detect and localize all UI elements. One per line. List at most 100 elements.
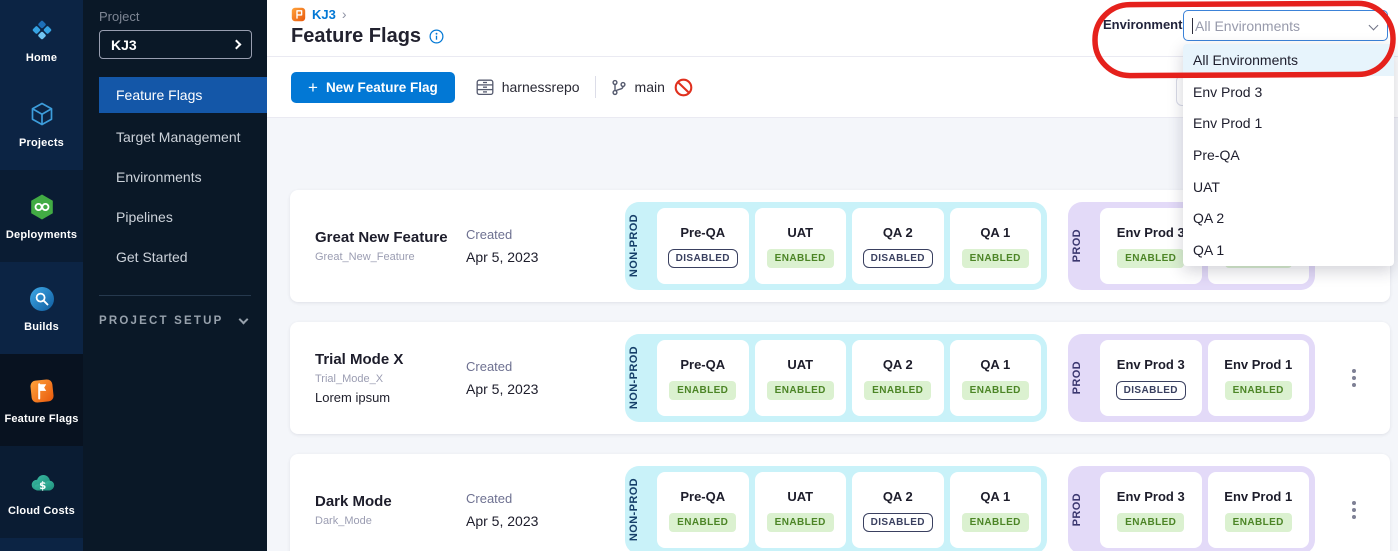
flag-created: Created Apr 5, 2023 — [466, 359, 538, 397]
environment-state-badge: ENABLED — [962, 249, 1029, 268]
page-title: Feature Flags — [291, 25, 421, 48]
rail-item-label: Cloud Costs — [8, 505, 75, 517]
home-icon — [27, 15, 57, 45]
environment-card[interactable]: QA 1 ENABLED — [950, 208, 1042, 284]
flag-name: Great New Feature — [315, 229, 448, 246]
rail-item-label: Builds — [24, 321, 59, 333]
environment-card[interactable]: Pre-QA DISABLED — [657, 208, 749, 284]
sidebar-item-target-management[interactable]: Target Management — [99, 117, 267, 157]
environment-card[interactable]: Env Prod 3 DISABLED — [1100, 340, 1202, 416]
rail-item-label: Home — [26, 52, 57, 64]
repository-icon — [476, 79, 494, 96]
environment-option[interactable]: Env Prod 1 — [1183, 107, 1394, 139]
environment-state-badge: ENABLED — [767, 381, 834, 400]
text-cursor — [1192, 18, 1193, 34]
environment-card[interactable]: QA 1 ENABLED — [950, 472, 1042, 548]
flag-info: Dark Mode Dark_Mode — [315, 493, 392, 527]
project-setup-toggle[interactable]: PROJECT SETUP — [99, 315, 247, 327]
environment-card[interactable]: QA 2 DISABLED — [852, 472, 944, 548]
project-nav-list: Feature Flags Target Management Environm… — [83, 77, 267, 277]
svg-text:$: $ — [39, 480, 46, 492]
rail-item-builds[interactable]: Builds — [0, 262, 83, 354]
environment-card[interactable]: UAT ENABLED — [755, 208, 847, 284]
nonprod-environments: NON-PROD Pre-QA ENABLED UAT ENABLED QA 2… — [625, 334, 1047, 422]
new-feature-flag-button[interactable]: + New Feature Flag — [291, 72, 455, 103]
rail-item-feature-flags[interactable]: Feature Flags — [0, 354, 83, 446]
plus-icon: + — [308, 79, 318, 96]
rail-item-projects[interactable]: Projects — [0, 78, 83, 170]
rail-item-label: Projects — [19, 137, 64, 149]
environment-state-badge: ENABLED — [864, 381, 931, 400]
environment-filter-label: Environment — [1103, 17, 1182, 32]
environment-card[interactable]: QA 1 ENABLED — [950, 340, 1042, 416]
feature-flag-row[interactable]: Trial Mode X Trial_Mode_X Lorem ipsum Cr… — [290, 322, 1390, 434]
environment-option[interactable]: Env Prod 3 — [1183, 76, 1394, 108]
environment-name: Pre-QA — [680, 357, 725, 372]
breadcrumb-project-link[interactable]: KJ3 — [312, 7, 336, 22]
project-label: Project — [99, 9, 267, 24]
flag-info: Great New Feature Great_New_Feature — [315, 229, 448, 263]
branch-selector[interactable]: main — [611, 79, 665, 96]
row-menu-button[interactable] — [1343, 495, 1365, 525]
nonprod-environments: NON-PROD Pre-QA DISABLED UAT ENABLED QA … — [625, 202, 1047, 290]
rail-item-deployments[interactable]: Deployments — [0, 170, 83, 262]
prod-section-label: PROD — [1071, 493, 1094, 526]
feature-flag-row[interactable]: Dark Mode Dark_Mode Created Apr 5, 2023 … — [290, 454, 1390, 551]
environment-name: QA 2 — [883, 489, 913, 504]
harness-ff-logo-icon — [291, 7, 306, 22]
environment-option[interactable]: Pre-QA — [1183, 139, 1394, 171]
environment-card[interactable]: Env Prod 3 ENABLED — [1100, 472, 1202, 548]
rail-item-cloud-costs[interactable]: $ Cloud Costs — [0, 446, 83, 538]
environment-card[interactable]: Pre-QA ENABLED — [657, 340, 749, 416]
created-label: Created — [466, 491, 538, 506]
environment-option[interactable]: All Environments — [1183, 44, 1394, 76]
environment-name: QA 1 — [980, 489, 1010, 504]
chevron-down-icon — [239, 314, 249, 324]
info-icon[interactable] — [429, 29, 444, 44]
environment-state-badge: ENABLED — [1117, 513, 1184, 532]
environment-name: Env Prod 3 — [1117, 489, 1185, 504]
repo-selector[interactable]: harnessrepo — [476, 79, 580, 96]
environment-state-badge: ENABLED — [1225, 381, 1292, 400]
environment-select-value: All Environments — [1195, 18, 1300, 34]
prod-section-label: PROD — [1071, 229, 1094, 262]
project-selector[interactable]: KJ3 — [99, 30, 252, 59]
environment-state-badge: ENABLED — [669, 381, 736, 400]
flag-created: Created Apr 5, 2023 — [466, 227, 538, 265]
environment-option[interactable]: QA 1 — [1183, 234, 1394, 266]
chevron-down-icon[interactable] — [1369, 21, 1379, 31]
environment-card[interactable]: Pre-QA ENABLED — [657, 472, 749, 548]
rail-item-home[interactable]: Home — [0, 0, 83, 78]
created-date: Apr 5, 2023 — [466, 381, 538, 397]
environment-name: QA 1 — [980, 357, 1010, 372]
environment-card[interactable]: QA 2 ENABLED — [852, 340, 944, 416]
row-menu-button[interactable] — [1343, 363, 1365, 393]
environment-card[interactable]: UAT ENABLED — [755, 472, 847, 548]
environment-name: Env Prod 3 — [1117, 225, 1185, 240]
environment-state-badge: DISABLED — [863, 249, 933, 268]
branch-name: main — [635, 79, 665, 95]
environment-card[interactable]: Env Prod 1 ENABLED — [1208, 472, 1310, 548]
created-date: Apr 5, 2023 — [466, 513, 538, 529]
created-label: Created — [466, 359, 538, 374]
sidebar-item-pipelines[interactable]: Pipelines — [99, 197, 267, 237]
no-entry-icon[interactable] — [674, 78, 693, 97]
environment-card[interactable]: QA 2 DISABLED — [852, 208, 944, 284]
environment-card[interactable]: UAT ENABLED — [755, 340, 847, 416]
rail-item-label: Feature Flags — [4, 413, 78, 425]
prod-section-label: PROD — [1071, 361, 1094, 394]
sidebar-item-get-started[interactable]: Get Started — [99, 237, 267, 277]
environment-select-input[interactable]: All Environments — [1183, 10, 1388, 41]
environment-card[interactable]: Env Prod 1 ENABLED — [1208, 340, 1310, 416]
prod-environments: PROD Env Prod 3 DISABLED Env Prod 1 ENAB… — [1068, 334, 1315, 422]
main-content: KJ3 › Feature Flags + New Feature Flag — [267, 0, 1398, 551]
sidebar-item-feature-flags[interactable]: Feature Flags — [99, 77, 267, 113]
environment-option[interactable]: UAT — [1183, 171, 1394, 203]
environment-state-badge: ENABLED — [962, 381, 1029, 400]
environment-name: UAT — [787, 357, 813, 372]
sidebar-item-environments[interactable]: Environments — [99, 157, 267, 197]
flag-id: Great_New_Feature — [315, 251, 448, 263]
builds-icon — [27, 284, 57, 314]
flag-name: Trial Mode X — [315, 351, 403, 368]
environment-option[interactable]: QA 2 — [1183, 203, 1394, 235]
